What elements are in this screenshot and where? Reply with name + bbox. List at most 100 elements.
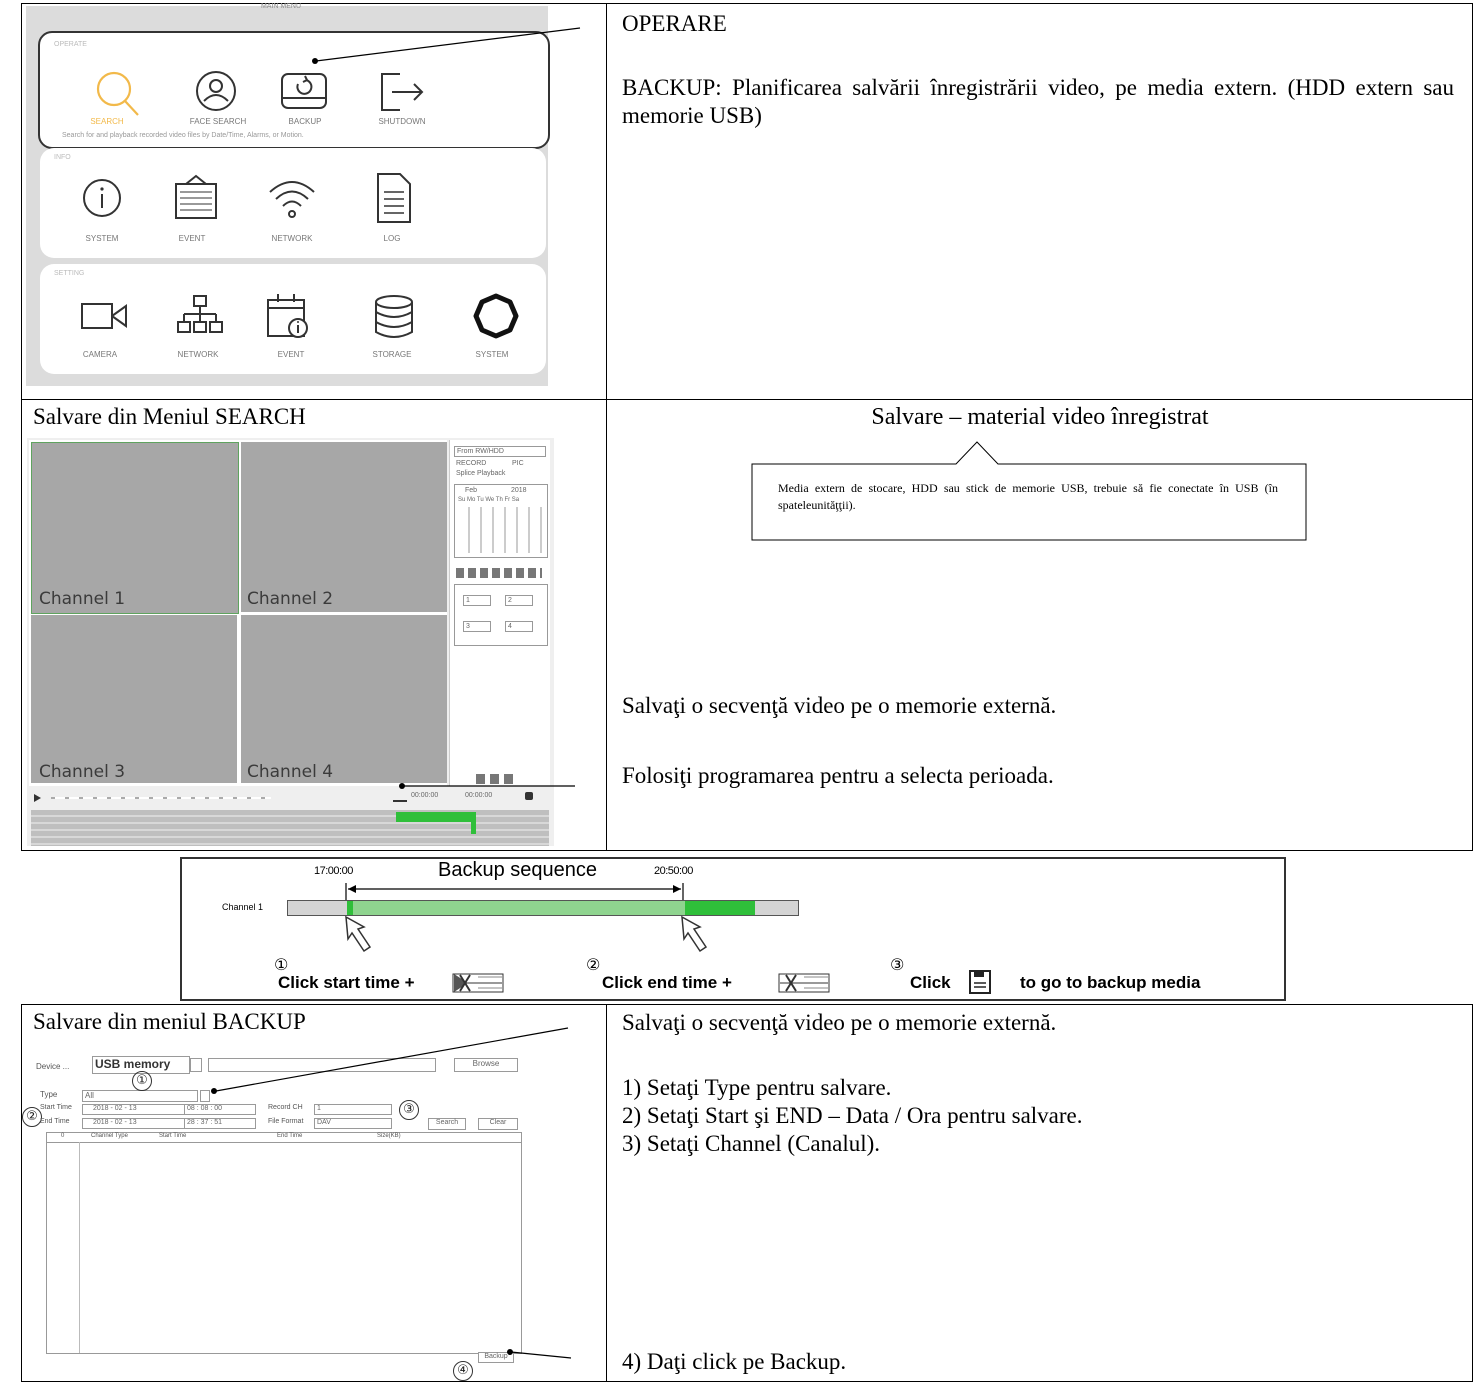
start-time-label: Start Time	[40, 1104, 72, 1111]
camera-icon	[81, 303, 127, 329]
event-setting-label: EVENT	[277, 350, 305, 359]
channel-select-2[interactable]: 2	[505, 595, 533, 606]
timeline[interactable]	[31, 810, 549, 846]
channel-select-1[interactable]: 1	[463, 595, 491, 606]
seq-recorded-extra	[685, 901, 755, 915]
step1-number: ①	[274, 955, 289, 974]
results-table: 0 Channel Type Start Time End Time Size(…	[46, 1132, 522, 1354]
network-info-button[interactable]	[266, 174, 326, 224]
channel-4-view[interactable]	[241, 615, 447, 783]
clear-button[interactable]: Clear	[478, 1118, 518, 1130]
pointer-line-backup	[312, 27, 581, 64]
seq-timeline	[287, 900, 799, 916]
storage-button[interactable]	[374, 294, 424, 340]
event-info-button[interactable]	[172, 174, 232, 224]
system-info-button[interactable]	[80, 174, 140, 224]
face-search-label: FACE SEARCH	[189, 117, 247, 126]
shutdown-icon	[381, 73, 424, 111]
setting-section: SETTING CAMERA NETWORK EVENT STORAGE SYS…	[40, 264, 546, 374]
record-ch-select[interactable]: 1	[314, 1104, 392, 1115]
calendar-month[interactable]: Feb	[465, 487, 477, 494]
event-info-label: EVENT	[178, 234, 206, 243]
source-select[interactable]: From RW/HDD	[454, 446, 546, 457]
channel-2-view[interactable]	[241, 442, 447, 612]
playback-buttons[interactable]	[51, 797, 271, 799]
calendar-weekdays: Su Mo Tu We Th Fr Sa	[458, 497, 520, 503]
main-menu-title: MAIN MENU	[260, 3, 302, 10]
results-header: 0 Channel Type Start Time End Time Size(…	[47, 1133, 521, 1143]
system-info-label: SYSTEM	[85, 234, 119, 243]
shutdown-button[interactable]	[374, 66, 434, 116]
type-select[interactable]: All	[82, 1090, 198, 1102]
end-time-label: End Time	[40, 1118, 70, 1125]
search-instruction-2: Folosiţi programarea pentru a selecta pe…	[622, 763, 1054, 788]
channel-2-label: Channel 2	[247, 589, 334, 609]
log-button[interactable]	[374, 172, 424, 226]
col-size: Size(KB)	[377, 1133, 401, 1139]
callout-text: Media extern de stocare, HDD sau stick d…	[778, 481, 1278, 512]
seq-cursor-2	[681, 915, 708, 953]
database-icon	[375, 295, 413, 338]
results-index-column	[79, 1142, 80, 1353]
end-time-field[interactable]: 28 : 37 : 51	[184, 1118, 256, 1129]
file-format-select[interactable]: DAV	[314, 1118, 392, 1129]
camera-label: CAMERA	[82, 350, 118, 359]
search-label: SEARCH	[90, 117, 124, 126]
backup-sequence-figure: 17:00:00 Backup sequence 20:50:00 Channe…	[180, 857, 1286, 1001]
channel-select-3[interactable]: 3	[463, 621, 491, 632]
backup-icon	[281, 73, 327, 109]
clip-end-icon	[778, 973, 830, 993]
info-section: INFO SYSTEM EVENT NETWORK LOG	[40, 148, 546, 258]
step3-number: ③	[890, 955, 905, 974]
network-setting-button[interactable]	[176, 294, 236, 340]
event-setting-button[interactable]	[266, 290, 326, 340]
channel-3-view[interactable]	[31, 615, 237, 783]
seq-start-time: 17:00:00	[314, 865, 353, 877]
backup-step-2: 2) Setaţi Start şi END – Data / Ora pent…	[622, 1103, 1083, 1128]
backup-button[interactable]	[276, 66, 336, 116]
search-button[interactable]: Search	[428, 1118, 466, 1130]
camera-button[interactable]	[80, 298, 140, 338]
info-icon	[83, 179, 121, 217]
log-label: LOG	[383, 234, 401, 243]
channel-select-4[interactable]: 4	[505, 621, 533, 632]
step2-number: ②	[586, 955, 601, 974]
marker-3: ③	[399, 1100, 419, 1120]
backup-step-4: 4) Daţi click pe Backup.	[622, 1349, 847, 1374]
shutdown-label: SHUTDOWN	[378, 117, 426, 126]
search-menu-heading: Salvare din Meniul SEARCH	[33, 404, 306, 429]
channel-1-label: Channel 1	[39, 589, 126, 609]
channel-3-label: Channel 3	[39, 762, 126, 782]
calendar: Feb 2018 Su Mo Tu We Th Fr Sa	[454, 484, 548, 558]
wifi-icon	[269, 181, 315, 218]
search-side-panel: From RW/HDD RECORD PIC Splice Playback F…	[449, 440, 550, 786]
splice-playback-checkbox[interactable]: Splice Playback	[456, 470, 505, 477]
face-search-button[interactable]	[188, 67, 248, 117]
calendar-year[interactable]: 2018	[511, 487, 527, 494]
material-title: Salvare – material video înregistrat	[871, 404, 1209, 430]
backup-description: BACKUP: Planificarea salvării înregistră…	[622, 75, 1454, 128]
seq-start-marker	[347, 901, 353, 915]
playback-controls[interactable]	[33, 794, 293, 802]
channel-select-panel: 1 2 3 4	[454, 584, 548, 646]
seq-selected-range	[347, 901, 685, 915]
network-info-label: NETWORK	[271, 234, 313, 243]
system-setting-button[interactable]	[472, 292, 522, 342]
end-date-field[interactable]: 2018 - 02 - 13	[82, 1118, 186, 1129]
pointer-line-backup-btn	[507, 1349, 572, 1359]
operate-section-label: OPERATE	[54, 41, 87, 48]
calendar-days[interactable]	[458, 507, 544, 553]
start-time-field[interactable]: 08 : 08 : 00	[184, 1104, 256, 1115]
calendar-grid-icon	[175, 174, 217, 219]
gear-icon	[473, 293, 519, 339]
col-index: 0	[61, 1133, 65, 1139]
col-end-time: End Time	[277, 1133, 303, 1139]
start-date-field[interactable]: 2018 - 02 - 13	[82, 1104, 186, 1115]
record-radio[interactable]: RECORD	[456, 460, 486, 467]
layout-buttons[interactable]	[456, 568, 542, 578]
pic-radio[interactable]: PIC	[512, 460, 524, 467]
pointer-line-type	[211, 1027, 569, 1094]
backup-label: BACKUP	[288, 117, 322, 126]
play-icon[interactable]	[33, 794, 43, 802]
pointer-line-timeline	[399, 783, 575, 789]
